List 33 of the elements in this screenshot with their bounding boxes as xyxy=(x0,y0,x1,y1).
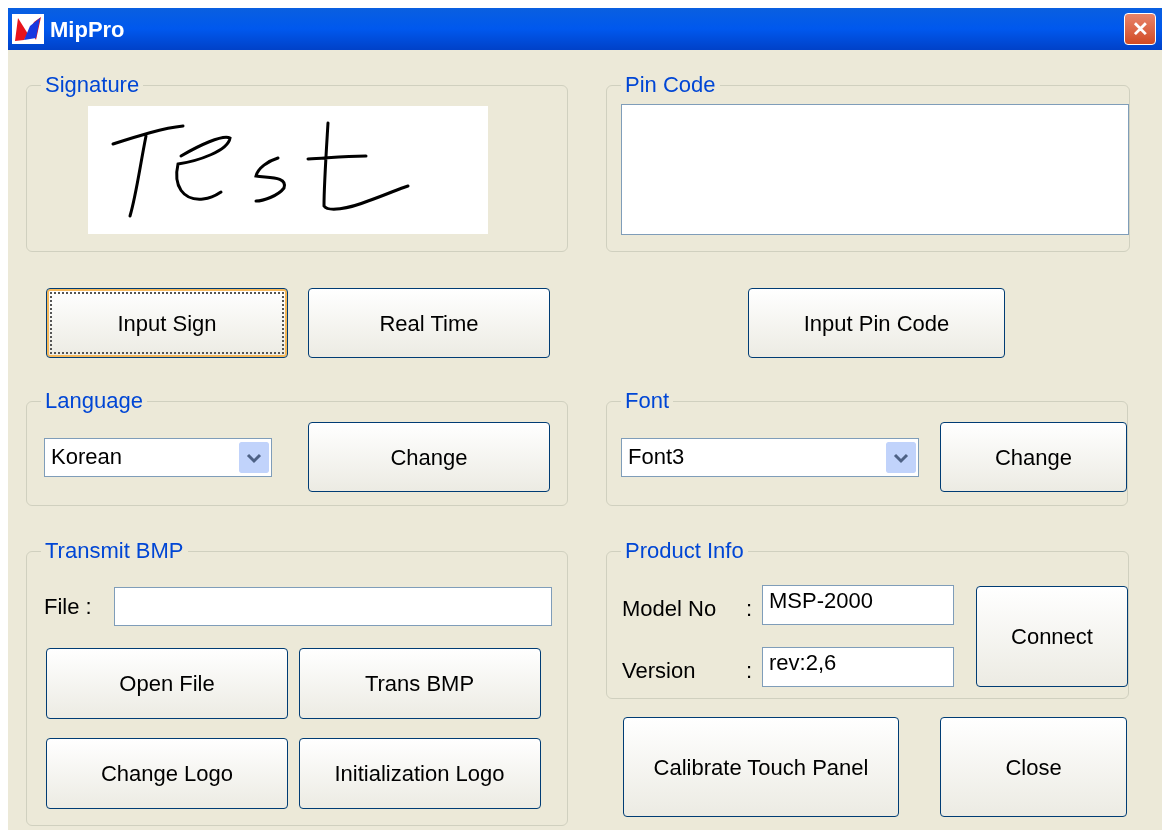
field-label: Model No xyxy=(622,595,717,623)
button[interactable]: Input Pin Code xyxy=(748,288,1005,358)
button[interactable]: Close xyxy=(940,717,1127,817)
button[interactable]: Input Sign xyxy=(46,288,288,358)
chevron-down-icon xyxy=(239,441,269,473)
text-field[interactable]: rev:2,6 xyxy=(762,646,954,687)
button[interactable]: Change xyxy=(940,422,1127,492)
group-title: Font xyxy=(624,388,671,414)
button[interactable]: Calibrate Touch Panel xyxy=(623,717,899,817)
text-field[interactable]: MSP-2000 xyxy=(762,584,954,625)
app-logo-icon xyxy=(12,14,44,44)
file-input-field[interactable] xyxy=(114,587,552,626)
group-title: Product Info xyxy=(624,538,745,564)
button[interactable]: Change xyxy=(308,422,550,492)
button[interactable]: Real Time xyxy=(308,288,550,358)
group-title: Pin Code xyxy=(624,72,717,98)
button[interactable]: Trans BMP xyxy=(298,648,541,719)
button[interactable]: Connect xyxy=(976,586,1128,687)
button[interactable]: Open File xyxy=(46,648,288,719)
field-label: Version xyxy=(622,657,696,685)
group-title: Transmit BMP xyxy=(44,538,185,564)
label-colon: : xyxy=(745,595,752,623)
button[interactable]: Change Logo xyxy=(46,738,288,809)
field-label: File : xyxy=(44,593,93,621)
pin-code-field[interactable] xyxy=(621,104,1129,235)
label-colon: : xyxy=(745,657,752,685)
window-title: MipPro xyxy=(50,15,125,44)
group-title: Signature xyxy=(44,72,141,98)
dropdown[interactable]: Font3 xyxy=(621,437,919,477)
dropdown[interactable]: Korean xyxy=(44,437,272,477)
chevron-down-icon xyxy=(886,441,916,473)
button[interactable]: Initialization Logo xyxy=(298,738,541,809)
group-title: Language xyxy=(44,388,144,414)
